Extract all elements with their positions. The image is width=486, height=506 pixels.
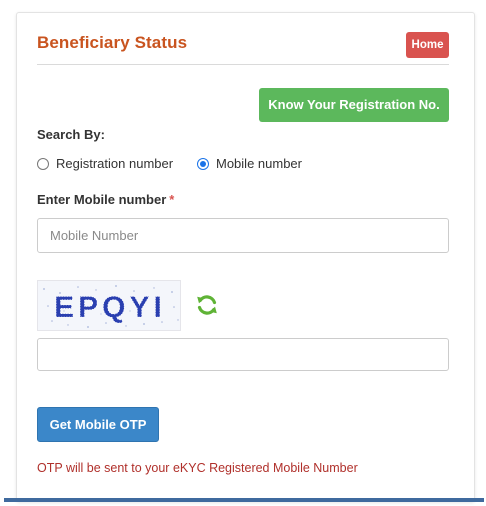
page-title: Beneficiary Status (37, 33, 188, 52)
refresh-icon (197, 295, 217, 315)
know-registration-button[interactable]: Know Your Registration No. (259, 88, 449, 122)
captcha-image: EPQYI (37, 280, 181, 331)
registration-radio[interactable] (37, 157, 49, 170)
get-mobile-otp-button[interactable]: Get Mobile OTP (37, 407, 159, 442)
radio-option-mobile[interactable]: Mobile number (197, 156, 302, 171)
mobile-radio-label: Mobile number (216, 156, 302, 171)
beneficiary-status-card: Beneficiary Status Home Know Your Regist… (16, 12, 475, 502)
captcha-graphic: EPQYI (43, 285, 179, 328)
bottom-bar (4, 498, 484, 502)
home-button[interactable]: Home (406, 32, 449, 58)
title-divider (37, 64, 449, 65)
otp-note: OTP will be sent to your eKYC Registered… (37, 461, 358, 475)
mobile-radio[interactable] (197, 157, 209, 170)
required-mark: * (169, 192, 175, 207)
mobile-field-label: Enter Mobile number * (37, 192, 174, 207)
search-by-label: Search By: (37, 127, 105, 142)
registration-radio-label: Registration number (56, 156, 174, 171)
mobile-field-label-text: Enter Mobile number (37, 192, 167, 207)
captcha-input[interactable] (37, 338, 449, 371)
captcha-text: EPQYI (54, 291, 166, 324)
refresh-captcha-button[interactable] (195, 293, 219, 317)
mobile-number-input[interactable] (37, 218, 449, 253)
radio-option-registration[interactable]: Registration number (37, 156, 173, 171)
